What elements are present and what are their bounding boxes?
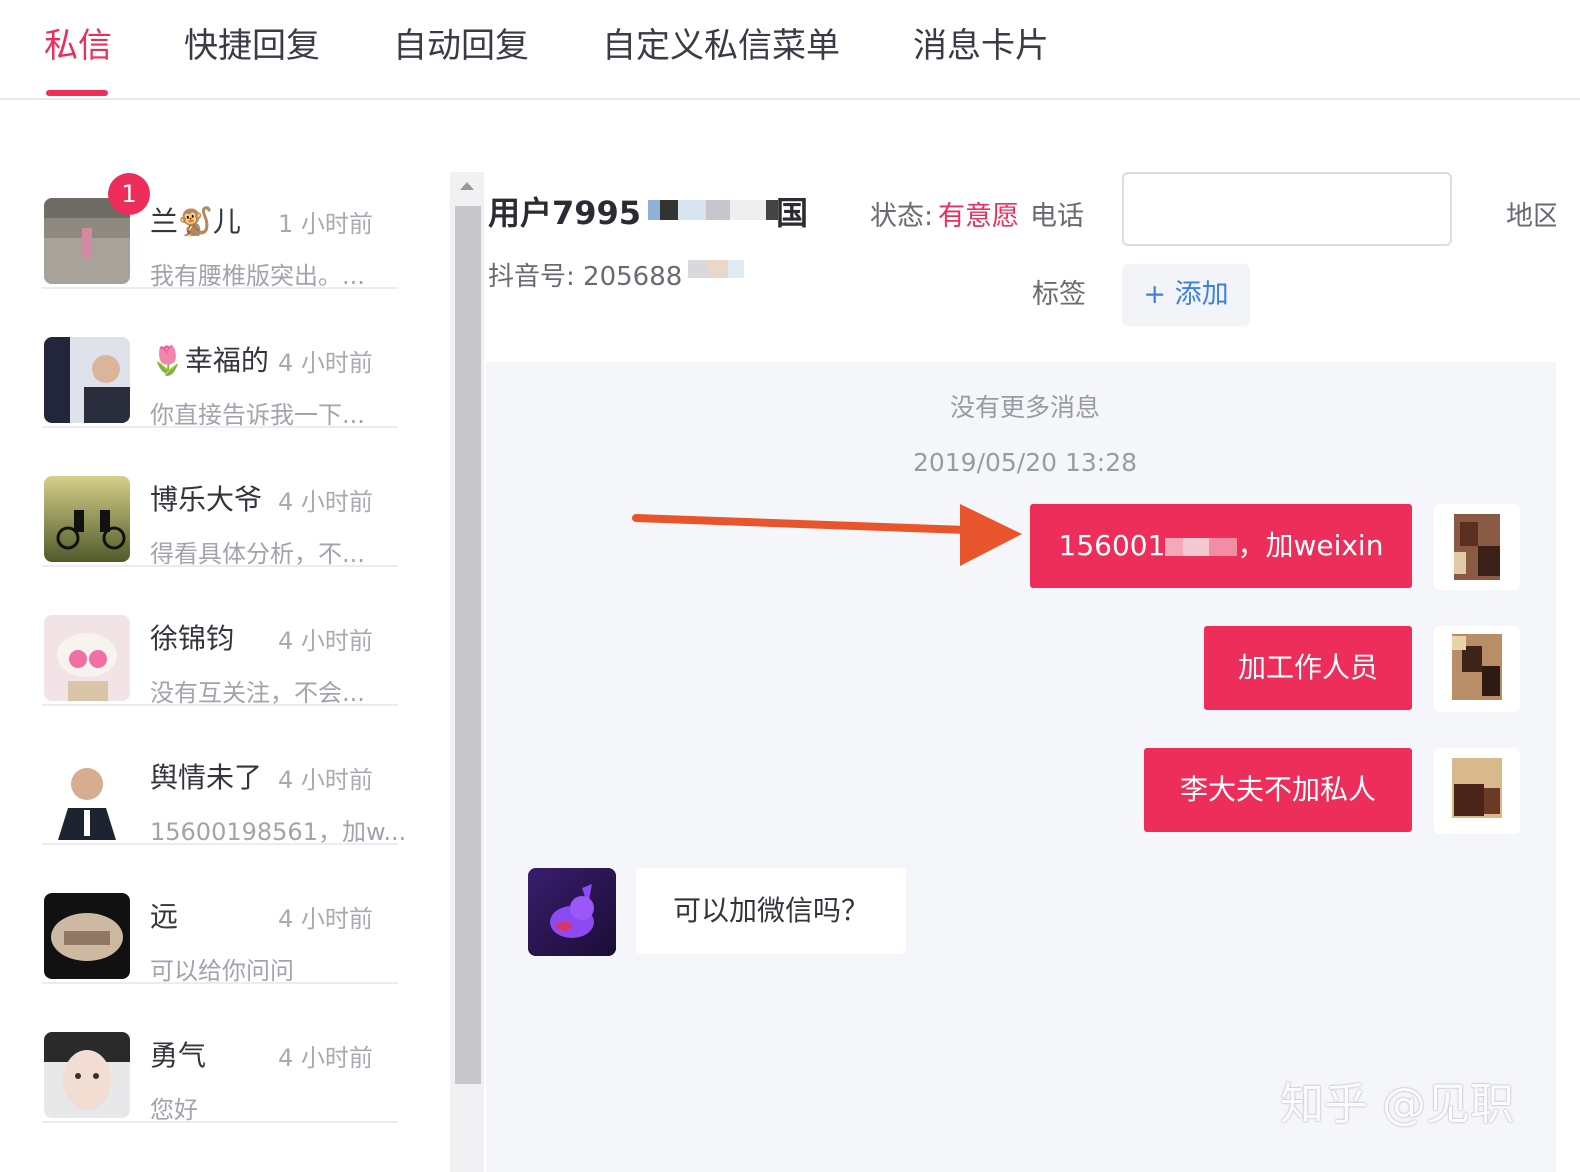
- contact-name: 用户7995: [488, 194, 642, 232]
- conversation-time: 4 小时前: [278, 349, 373, 377]
- conversation-preview: 我有腰椎版突出。...: [150, 262, 365, 290]
- conversation-item[interactable]: 博乐大爷 4 小时前 得看具体分析，不...: [42, 428, 398, 568]
- self-avatar: [1434, 504, 1520, 590]
- no-more-messages: 没有更多消息: [949, 393, 1100, 422]
- conversation-time: 4 小时前: [278, 1044, 373, 1072]
- conversation-preview: 得看具体分析，不...: [150, 540, 365, 568]
- conversation-name: 博乐大爷: [150, 483, 263, 516]
- conversation-preview: 没有互关注，不会...: [150, 679, 365, 707]
- conversation-preview: 您好: [150, 1096, 198, 1124]
- conversation-preview: 15600198561，加w...: [150, 818, 407, 846]
- douyin-id: 抖音号: 205688: [488, 262, 683, 292]
- message-text: ，加weixin: [1237, 529, 1384, 562]
- status-value[interactable]: 有意愿: [938, 194, 1019, 233]
- chat-panel: 没有更多消息 2019/05/20 13:28 156001 ，加weixin 加…: [486, 362, 1580, 1172]
- redacted-mosaic: [688, 260, 744, 278]
- conversation-name: 兰🐒儿: [150, 205, 241, 238]
- avatar: [44, 476, 130, 562]
- conversation-name: 舆情未了: [150, 761, 263, 794]
- tab-auto-reply[interactable]: 自动回复: [393, 18, 529, 67]
- redacted-mosaic: [1165, 538, 1238, 556]
- scroll-up-arrow-icon[interactable]: [460, 182, 474, 190]
- avatar-image: [44, 1032, 130, 1118]
- outgoing-message: 李大夫不加私人: [1144, 748, 1412, 832]
- add-tag-button[interactable]: + 添加: [1122, 264, 1250, 326]
- avatar-image: [44, 893, 130, 979]
- avatar: [44, 337, 130, 423]
- contact-avatar: [528, 868, 616, 956]
- conversation-item[interactable]: 舆情未了 4 小时前 15600198561，加w...: [42, 706, 406, 846]
- avatar: [44, 615, 130, 701]
- outgoing-message: 156001 ，加weixin: [1030, 504, 1412, 588]
- incoming-message: 可以加微信吗？: [636, 868, 906, 954]
- conversation-time: 4 小时前: [278, 905, 373, 933]
- tag-label: 标签: [1032, 279, 1086, 310]
- avatar-image: [1434, 504, 1520, 590]
- avatar-image: [1434, 748, 1520, 834]
- avatar: [44, 1032, 130, 1118]
- conversation-name: 勇气: [150, 1039, 207, 1072]
- conversation-item[interactable]: 远 4 小时前 可以给你问问: [42, 845, 398, 985]
- conversation-item[interactable]: 勇气 4 小时前 您好: [42, 984, 398, 1124]
- conversation-name: 徐锦钧: [150, 622, 235, 655]
- watermark: 知乎 @见职: [1280, 1079, 1514, 1130]
- tab-custom-menu[interactable]: 自定义私信菜单: [602, 18, 840, 67]
- tab-message-card[interactable]: 消息卡片: [913, 18, 1049, 67]
- contact-name-tail: 国: [776, 194, 809, 232]
- tab-quick-reply[interactable]: 快捷回复: [184, 18, 320, 67]
- message-text: 156001: [1058, 529, 1166, 562]
- contact-profile-header: 用户7995 国 状态: 有意愿 电话 地区 抖音号: 205688 标签 + …: [486, 160, 1580, 360]
- unread-badge: 1: [108, 173, 150, 215]
- page-root: 私信 快捷回复 自动回复 自定义私信菜单 消息卡片 1 兰🐒儿 1 小时前 我有…: [0, 0, 1580, 1172]
- avatar-image: [1434, 626, 1520, 712]
- outgoing-message: 加工作人员: [1204, 626, 1412, 710]
- conversation-name: 🌷幸福的: [150, 344, 269, 377]
- conversation-time: 4 小时前: [278, 627, 373, 655]
- active-tab-indicator: [46, 90, 108, 96]
- avatar-image: [44, 754, 130, 840]
- top-tab-bar: 私信 快捷回复 自动回复 自定义私信菜单 消息卡片: [0, 0, 1580, 100]
- self-avatar: [1434, 748, 1520, 834]
- avatar-image: [44, 615, 130, 701]
- conversation-time: 4 小时前: [278, 766, 373, 794]
- conversation-item[interactable]: 兰🐒儿 1 小时前 我有腰椎版突出。...: [42, 150, 398, 290]
- self-avatar: [1434, 626, 1520, 712]
- avatar-image: [44, 476, 130, 562]
- phone-input[interactable]: [1122, 172, 1452, 246]
- conversation-time: 1 小时前: [278, 210, 373, 238]
- message-timestamp: 2019/05/20 13:28: [912, 448, 1138, 477]
- redacted-mosaic: [648, 200, 778, 220]
- conversation-name: 远: [150, 900, 179, 933]
- region-label: 地区: [1506, 201, 1560, 232]
- avatar-image: [528, 868, 616, 956]
- scrollbar-thumb[interactable]: [455, 206, 481, 1084]
- annotation-arrow-icon: [632, 504, 1022, 566]
- conversation-item[interactable]: 🌷幸福的 4 小时前 你直接告诉我一下...: [42, 289, 398, 429]
- conversation-item[interactable]: 徐锦钧 4 小时前 没有互关注，不会...: [42, 567, 398, 707]
- tab-private-messages[interactable]: 私信: [44, 18, 112, 67]
- status-label: 状态:: [870, 201, 934, 232]
- right-edge: [1556, 100, 1580, 1172]
- conversation-preview: 可以给你问问: [150, 957, 294, 985]
- conversation-preview: 你直接告诉我一下...: [150, 401, 365, 429]
- avatar: [44, 893, 130, 979]
- avatar-image: [44, 337, 130, 423]
- phone-label: 电话: [1030, 201, 1084, 232]
- conversation-time: 4 小时前: [278, 488, 373, 516]
- avatar: [44, 754, 130, 840]
